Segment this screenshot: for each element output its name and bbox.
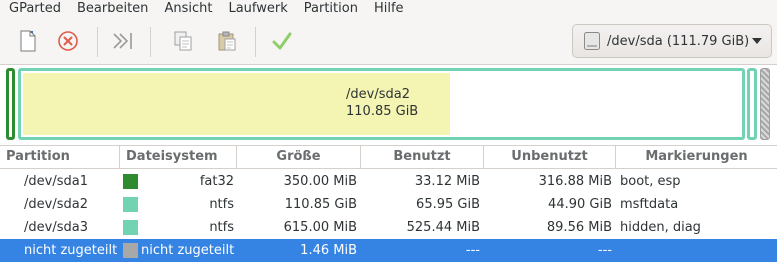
- toolbar: /dev/sda (111.79 GiB): [0, 17, 777, 65]
- partition-map-label-size: 110.85 GiB: [346, 104, 419, 119]
- cell-flags: hidden, diag: [620, 220, 701, 235]
- table-row[interactable]: /dev/sda1 fat32 350.00 MiB 33.12 MiB 316…: [0, 170, 777, 193]
- copy-button[interactable]: [170, 28, 196, 54]
- column-header-unbenutzt[interactable]: Unbenutzt: [484, 146, 616, 169]
- apply-button[interactable]: [269, 28, 295, 54]
- device-label: /dev/sda (111.79 GiB): [607, 33, 750, 49]
- cell-flags: msftdata: [620, 197, 679, 212]
- cell-size: 615.00 MiB: [283, 220, 357, 235]
- cell-filesystem: nicht zugeteilt: [141, 243, 235, 258]
- cell-unused: 44.90 GiB: [548, 197, 612, 212]
- cell-used: ---: [465, 243, 480, 258]
- partition-map-label-name: /dev/sda2: [346, 87, 410, 102]
- copy-icon: [174, 31, 192, 51]
- delete-icon: [58, 31, 78, 51]
- paste-icon: [218, 31, 236, 51]
- table-row[interactable]: /dev/sda2 ntfs 110.85 GiB 65.95 GiB 44.9…: [0, 193, 777, 216]
- column-header-groesse[interactable]: Größe: [237, 146, 361, 169]
- harddisk-icon: [584, 32, 600, 50]
- menubar: GParted Bearbeiten Ansicht Laufwerk Part…: [0, 0, 777, 17]
- new-partition-icon: [20, 30, 36, 52]
- table-row[interactable]: /dev/sda3 ntfs 615.00 MiB 525.44 MiB 89.…: [0, 216, 777, 239]
- cell-used: 525.44 MiB: [406, 220, 480, 235]
- fs-color-swatch: [123, 174, 138, 189]
- device-selector[interactable]: /dev/sda (111.79 GiB): [572, 24, 772, 58]
- cell-filesystem: fat32: [199, 174, 234, 189]
- menu-bearbeiten[interactable]: Bearbeiten: [72, 0, 153, 17]
- apply-icon: [272, 32, 292, 50]
- cell-unused: 89.56 MiB: [546, 220, 612, 235]
- partition-table: Partition Dateisystem Größe Benutzt Unbe…: [0, 145, 777, 268]
- cell-size: 110.85 GiB: [284, 197, 357, 212]
- cell-unused: ---: [597, 243, 612, 258]
- resize-move-button[interactable]: [110, 28, 136, 54]
- menu-ansicht[interactable]: Ansicht: [159, 0, 217, 17]
- cell-partition: nicht zugeteilt: [24, 243, 118, 258]
- partition-map: /dev/sda2 110.85 GiB: [0, 65, 777, 145]
- cell-size: 1.46 MiB: [300, 243, 357, 258]
- fs-color-swatch: [123, 243, 138, 258]
- menu-laufwerk[interactable]: Laufwerk: [223, 0, 292, 17]
- partition-block-sda3[interactable]: [747, 68, 757, 140]
- partition-map-label: /dev/sda2 110.85 GiB: [346, 86, 418, 120]
- delete-button[interactable]: [55, 28, 81, 54]
- cell-used: 65.95 GiB: [416, 197, 480, 212]
- cell-filesystem: ntfs: [209, 220, 234, 235]
- menu-gparted[interactable]: GParted: [0, 0, 66, 17]
- cell-unused: 316.88 MiB: [538, 174, 612, 189]
- cell-flags: boot, esp: [620, 174, 681, 189]
- table-row-selected[interactable]: nicht zugeteilt nicht zugeteilt 1.46 MiB…: [0, 239, 777, 262]
- partition-block-sda1[interactable]: [6, 68, 15, 140]
- column-header-dateisystem[interactable]: Dateisystem: [120, 146, 237, 169]
- cell-used: 33.12 MiB: [414, 174, 480, 189]
- menu-partition[interactable]: Partition: [299, 0, 363, 17]
- resize-move-icon: [113, 33, 132, 49]
- partition-block-unallocated[interactable]: [760, 68, 770, 140]
- column-header-markierungen[interactable]: Markierungen: [616, 146, 777, 169]
- new-partition-button[interactable]: [15, 28, 41, 54]
- fs-color-swatch: [123, 220, 138, 235]
- cell-filesystem: ntfs: [209, 197, 234, 212]
- chevron-down-icon: [752, 38, 762, 44]
- table-header: Partition Dateisystem Größe Benutzt Unbe…: [0, 146, 777, 169]
- cell-partition: /dev/sda2: [24, 197, 88, 212]
- column-header-partition[interactable]: Partition: [0, 146, 120, 169]
- cell-size: 350.00 MiB: [283, 174, 357, 189]
- column-header-benutzt[interactable]: Benutzt: [361, 146, 484, 169]
- cell-partition: /dev/sda1: [24, 174, 88, 189]
- menu-hilfe[interactable]: Hilfe: [369, 0, 409, 17]
- cell-partition: /dev/sda3: [24, 220, 88, 235]
- fs-color-swatch: [123, 197, 138, 212]
- paste-button[interactable]: [214, 28, 240, 54]
